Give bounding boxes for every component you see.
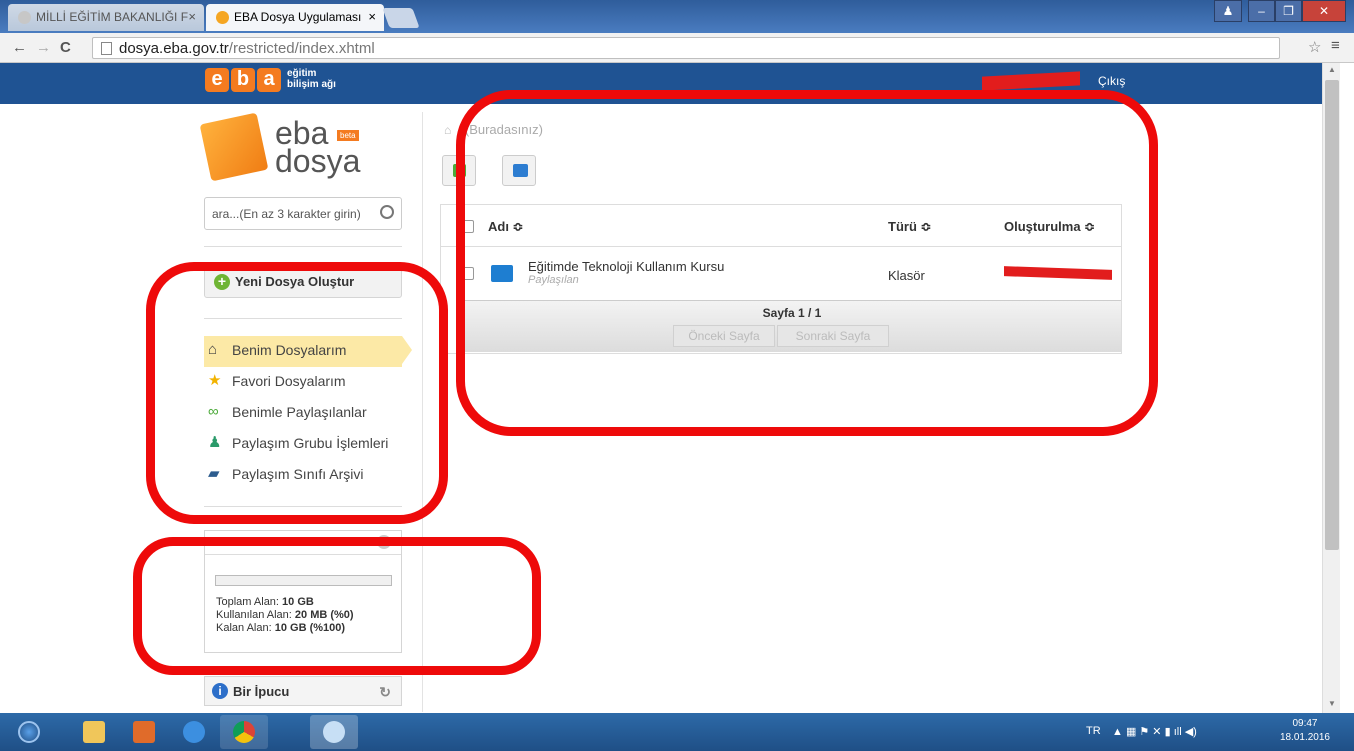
url-path: /restricted/index.xhtml xyxy=(228,40,375,57)
refresh-icon[interactable]: ↻ xyxy=(379,684,391,701)
tab-label: MİLLİ EĞİTİM BAKANLIĞI F xyxy=(36,10,189,24)
page-scrollbar[interactable]: ▲ ▼ xyxy=(1322,63,1340,713)
eba-favicon-icon xyxy=(216,11,229,24)
annotation-ring-menu xyxy=(146,262,448,524)
info-icon: i xyxy=(212,683,228,699)
media-player-taskbar-icon[interactable] xyxy=(120,715,168,749)
clock[interactable]: 09:47 18.01.2016 xyxy=(1280,717,1330,745)
language-indicator[interactable]: TR xyxy=(1086,725,1101,737)
page-icon xyxy=(101,42,112,55)
logo-subtitle: eğitim bilişim ağı xyxy=(287,68,336,90)
chrome-taskbar-icon[interactable] xyxy=(220,715,268,749)
explorer-taskbar-icon[interactable] xyxy=(70,715,118,749)
close-window-button[interactable]: ✕ xyxy=(1302,0,1346,22)
search-input[interactable]: ara...(En az 3 karakter girin) xyxy=(204,197,402,230)
menu-icon[interactable]: ≡ xyxy=(1331,37,1340,54)
window-controls: ♟ – ❐ ✕ xyxy=(1214,0,1346,22)
maximize-button[interactable]: ❐ xyxy=(1275,0,1302,22)
url-domain: dosya.eba.gov.tr xyxy=(119,40,229,57)
windows-taskbar: TR ▲ ▦ ⚑ ✕ ▮ ıll ◀) 09:47 18.01.2016 xyxy=(0,713,1354,751)
annotation-ring-storage xyxy=(133,537,541,675)
forward-arrow-icon[interactable]: → xyxy=(36,39,51,56)
logo-letter: a xyxy=(257,68,281,92)
search-icon[interactable] xyxy=(380,205,394,219)
tip-title: Bir İpucu xyxy=(233,684,290,699)
user-icon[interactable]: ♟ xyxy=(1214,0,1242,22)
browser-tab-bar: MİLLİ EĞİTİM BAKANLIĞI F × EBA Dosya Uyg… xyxy=(0,0,1354,33)
new-tab-button[interactable] xyxy=(382,8,420,28)
logout-link[interactable]: Çıkış xyxy=(1098,74,1125,88)
cube-logo-icon xyxy=(199,112,269,182)
scroll-up-icon[interactable]: ▲ xyxy=(1328,65,1336,74)
logo-letter: b xyxy=(231,68,255,92)
start-button[interactable] xyxy=(10,715,50,749)
home-icon[interactable]: ⌂ xyxy=(444,123,451,137)
tab-label: EBA Dosya Uygulaması xyxy=(234,10,362,24)
url-field[interactable]: dosya.eba.gov.tr/restricted/index.xhtml xyxy=(92,37,1280,59)
clock-time: 09:47 xyxy=(1292,718,1318,729)
divider xyxy=(204,246,402,247)
minimize-button[interactable]: – xyxy=(1248,0,1275,22)
scrollbar-thumb[interactable] xyxy=(1325,80,1339,550)
back-arrow-icon[interactable]: ← xyxy=(12,39,27,56)
brand-bottom: dosya xyxy=(275,143,361,179)
paint-taskbar-icon[interactable] xyxy=(310,715,358,749)
ie-taskbar-icon[interactable] xyxy=(170,715,218,749)
meb-favicon-icon xyxy=(18,11,31,24)
logo-letter: e xyxy=(205,68,229,92)
eba-logo[interactable]: e b a eğitim bilişim ağı xyxy=(205,68,336,92)
reload-icon[interactable]: C xyxy=(60,39,71,56)
bookmark-star-icon[interactable]: ☆ xyxy=(1308,38,1321,56)
tip-panel: i Bir İpucu ↻ xyxy=(204,676,402,706)
search-placeholder: ara...(En az 3 karakter girin) xyxy=(212,207,361,221)
address-bar: ← → C dosya.eba.gov.tr/restricted/index.… xyxy=(0,33,1354,63)
annotation-ring-main xyxy=(456,90,1158,436)
clock-date: 18.01.2016 xyxy=(1279,732,1330,743)
tray-icons[interactable]: ▲ ▦ ⚑ ✕ ▮ ıll ◀) xyxy=(1112,725,1197,738)
close-tab-icon[interactable]: × xyxy=(188,9,196,24)
tab-meb[interactable]: MİLLİ EĞİTİM BAKANLIĞI F × xyxy=(8,4,204,31)
close-tab-icon[interactable]: × xyxy=(368,9,376,24)
tab-eba-dosya[interactable]: EBA Dosya Uygulaması × xyxy=(206,4,384,31)
scroll-down-icon[interactable]: ▼ xyxy=(1328,699,1336,708)
beta-badge: beta xyxy=(337,130,359,141)
